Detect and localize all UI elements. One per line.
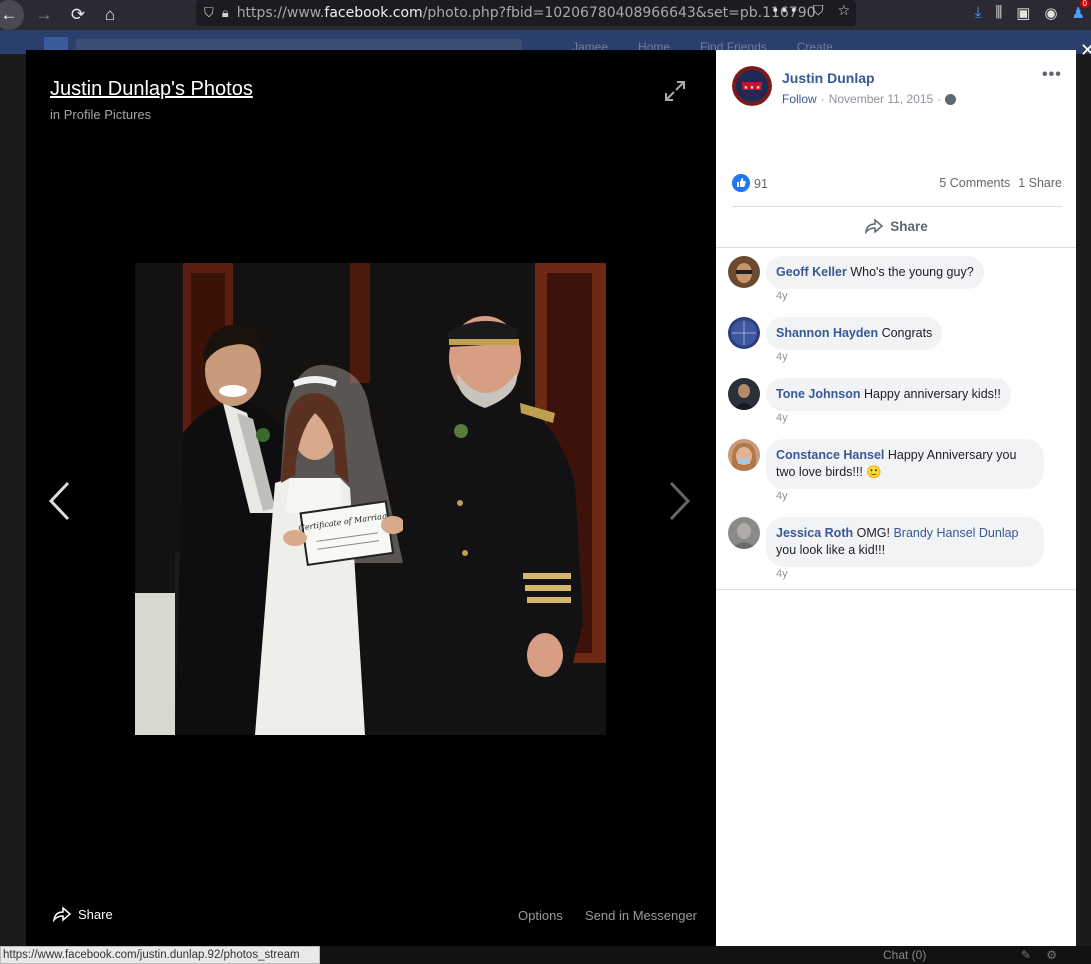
status-bar: https://www.facebook.com/justin.dunlap.9…: [0, 946, 320, 964]
photo-footer: Share Options Send in Messenger: [26, 902, 716, 932]
post-meta: Follow · November 11, 2015 ·: [782, 92, 957, 106]
album-title[interactable]: Justin Dunlap's Photos: [50, 78, 253, 101]
share-arrow-icon: [52, 906, 72, 922]
meta-separator: ·: [820, 92, 825, 106]
photo-share-button[interactable]: Share: [52, 906, 113, 922]
download-icon[interactable]: ⤓: [975, 4, 982, 22]
comment-author[interactable]: Jessica Roth: [776, 526, 853, 540]
like-reaction-icon[interactable]: [732, 174, 750, 192]
post-panel: ★ ★ ★ Justin Dunlap Follow · November 11…: [716, 50, 1076, 946]
library-icon[interactable]: ⫼: [995, 4, 1002, 22]
svg-text:★ ★ ★: ★ ★ ★: [744, 85, 761, 91]
globe-icon: [945, 93, 957, 105]
photo-viewer: Justin Dunlap's Photos in Profile Pictur…: [26, 50, 716, 946]
forward-arrow-icon[interactable]: →: [30, 1, 58, 29]
photo-share-label: Share: [78, 906, 113, 922]
comment-author[interactable]: Shannon Hayden: [776, 326, 878, 340]
fullscreen-icon[interactable]: [664, 80, 686, 102]
comment-text: Happy anniversary kids!!: [863, 387, 1001, 401]
comment-author[interactable]: Geoff Keller: [776, 265, 847, 279]
commenter-avatar[interactable]: [728, 439, 760, 471]
send-in-messenger-button[interactable]: Send in Messenger: [585, 908, 697, 923]
commenter-avatar[interactable]: [728, 517, 760, 549]
share-label: Share: [890, 218, 928, 234]
divider: [716, 247, 1076, 248]
comment-time[interactable]: 4y: [776, 490, 788, 502]
comment-bubble: Jessica Roth OMG! Brandy Hansel Dunlap y…: [766, 517, 1044, 567]
comment-bubble: Tone Johnson Happy anniversary kids!!: [766, 378, 1011, 411]
comment-author[interactable]: Constance Hansel: [776, 448, 884, 462]
account-icon[interactable]: ◉: [1044, 4, 1057, 22]
shield-icon: ⛉: [204, 5, 214, 21]
commenter-avatar[interactable]: [728, 378, 760, 410]
divider: [732, 206, 1062, 207]
lock-icon: 🔒︎: [221, 5, 229, 21]
meta-separator: ·: [937, 92, 942, 106]
shares-count[interactable]: 1 Share: [1018, 176, 1062, 190]
comment-time[interactable]: 4y: [776, 351, 788, 363]
bookmark-star-icon[interactable]: ☆: [837, 3, 850, 19]
browser-tools: ⤓ ⫼ ▣ ◉ ♟ 0: [975, 0, 1090, 22]
comment-text-before: OMG!: [856, 526, 890, 540]
url-text: https://www.facebook.com/photo.php?fbid=…: [236, 5, 816, 21]
pocket-icon[interactable]: ⛉: [813, 3, 824, 19]
chat-label: Chat (0): [883, 948, 927, 962]
commenter-avatar[interactable]: [728, 317, 760, 349]
comment-time[interactable]: 4y: [776, 290, 788, 302]
next-photo-icon[interactable]: [667, 480, 693, 522]
poster-avatar[interactable]: ★ ★ ★: [732, 66, 772, 106]
comment-time[interactable]: 4y: [776, 412, 788, 424]
chat-bar[interactable]: Chat (0) ✎ ⚙: [873, 946, 1073, 964]
more-options-icon[interactable]: •••: [1042, 66, 1062, 84]
photo-options-button[interactable]: Options: [518, 908, 563, 923]
comment-text-after: you look like a kid!!!: [776, 543, 886, 557]
share-button[interactable]: Share: [716, 214, 1076, 238]
comment-bubble: Constance Hansel Happy Anniversary you t…: [766, 439, 1044, 489]
comments-count[interactable]: 5 Comments: [939, 176, 1010, 190]
reactions-bar: 91 5 Comments 1 Share: [732, 174, 1062, 196]
address-bar[interactable]: ⛉ 🔒︎ https://www.facebook.com/photo.php?…: [196, 0, 856, 26]
comment-text: Who's the young guy?: [850, 265, 974, 279]
comment-bubble: Geoff Keller Who's the young guy?: [766, 256, 984, 289]
share-arrow-icon: [865, 218, 884, 234]
comment-time[interactable]: 4y: [776, 568, 788, 580]
home-icon[interactable]: ⌂: [96, 1, 124, 29]
divider: [716, 589, 1076, 590]
comment-bubble: Shannon Hayden Congrats: [766, 317, 943, 350]
commenter-avatar[interactable]: [728, 256, 760, 288]
page-actions-icon[interactable]: •••: [771, 3, 799, 19]
chat-tools-icon[interactable]: ✎ ⚙: [1021, 946, 1063, 964]
wedding-photo: Certificate of Marriage: [135, 263, 606, 735]
album-subtitle[interactable]: in Profile Pictures: [50, 107, 151, 122]
notification-icon[interactable]: ♟ 0: [1072, 0, 1090, 22]
sidebar-icon[interactable]: ▣: [1016, 4, 1030, 22]
reload-icon[interactable]: ⟳: [64, 1, 92, 29]
close-icon[interactable]: ✕: [1080, 40, 1091, 61]
follow-button[interactable]: Follow: [782, 92, 817, 106]
comment-mention-link[interactable]: Brandy Hansel Dunlap: [893, 526, 1018, 540]
poster-name[interactable]: Justin Dunlap: [782, 70, 875, 86]
post-date[interactable]: November 11, 2015: [829, 92, 934, 106]
comment-text: Congrats: [881, 326, 933, 340]
comment-author[interactable]: Tone Johnson: [776, 387, 861, 401]
previous-photo-icon[interactable]: [46, 480, 72, 522]
back-arrow-icon[interactable]: ←: [0, 0, 24, 30]
like-count[interactable]: 91: [754, 177, 768, 191]
